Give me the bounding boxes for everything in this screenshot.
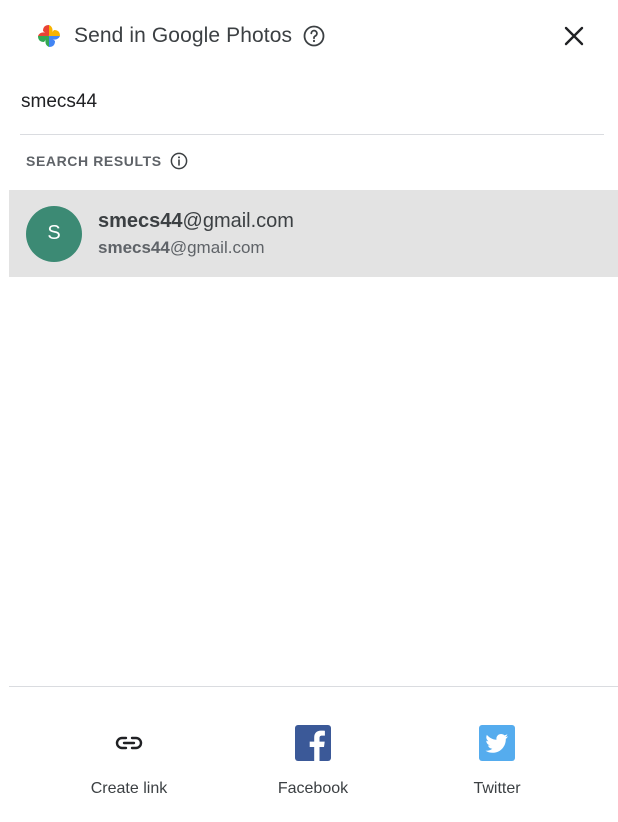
help-icon[interactable] [302,24,326,48]
result-secondary-email: smecs44@gmail.com [98,236,294,260]
search-field-container [20,82,605,135]
twitter-share-button[interactable]: Twitter [427,724,567,798]
search-result-item[interactable]: S smecs44@gmail.com smecs44@gmail.com [9,190,618,277]
create-link-button[interactable]: Create link [59,724,199,798]
result-primary-domain: @gmail.com [182,209,294,232]
google-photos-logo-icon [36,23,62,49]
twitter-label: Twitter [473,780,521,797]
avatar-letter: S [47,222,61,244]
dialog-title: Send in Google Photos [74,24,293,47]
send-dialog: Send in Google Photos SEARCH RESULTS [0,0,618,822]
search-results-heading: SEARCH RESULTS [26,152,188,170]
result-primary-match: smecs44 [98,209,183,232]
footer-divider [9,686,618,687]
facebook-label: Facebook [277,780,349,797]
search-results-label: SEARCH RESULTS [26,153,162,169]
info-icon[interactable] [170,152,188,170]
result-text: smecs44@gmail.com smecs44@gmail.com [98,208,294,260]
share-options: Create link Facebook Twitter [0,724,618,804]
link-icon [110,724,148,762]
avatar: S [26,205,82,262]
result-primary-email: smecs44@gmail.com [98,208,294,234]
search-input[interactable] [20,82,605,122]
dialog-header: Send in Google Photos [36,14,588,58]
twitter-icon [478,724,516,762]
close-icon [564,26,584,46]
result-secondary-match: smecs44 [98,237,170,257]
facebook-share-button[interactable]: Facebook [243,724,383,798]
create-link-label: Create link [90,780,168,797]
close-button[interactable] [560,22,588,50]
facebook-icon [294,724,332,762]
result-secondary-domain: @gmail.com [169,237,265,257]
